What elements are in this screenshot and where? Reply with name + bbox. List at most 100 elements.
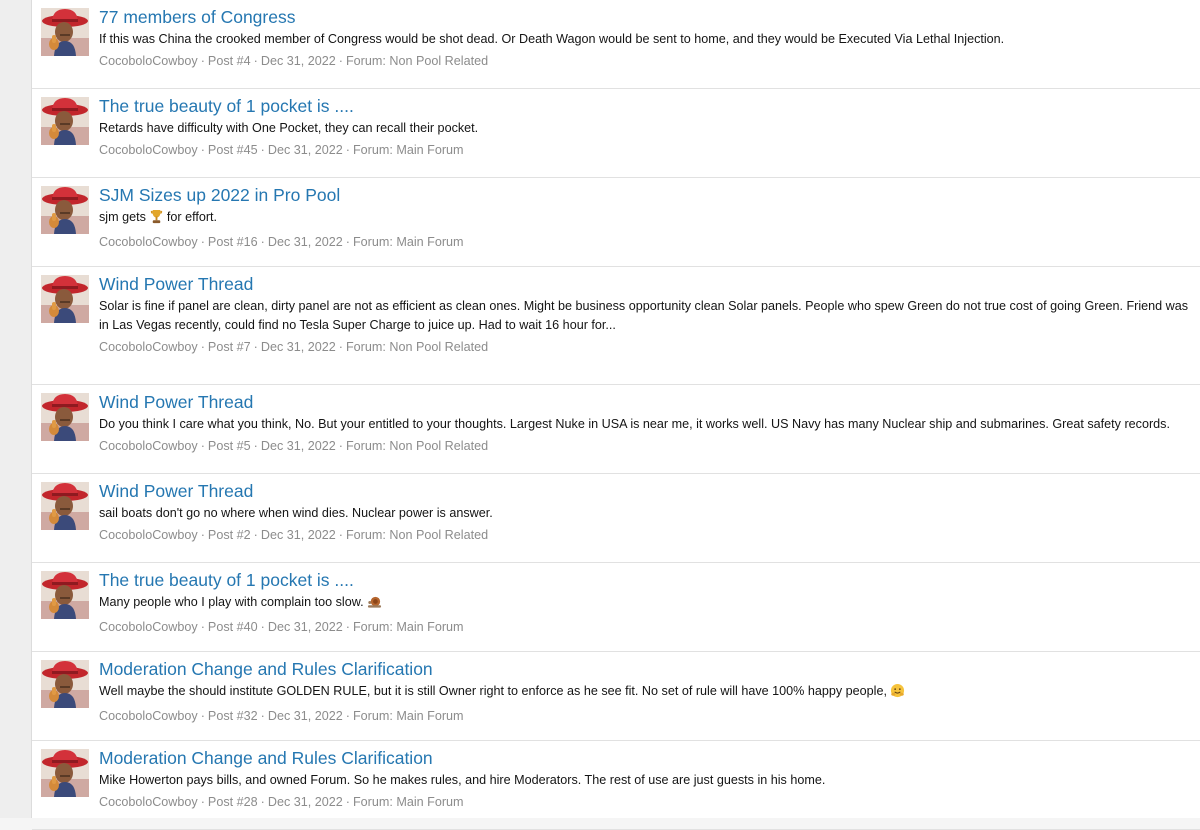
- result-title-link[interactable]: The true beauty of 1 pocket is ....: [99, 95, 354, 117]
- meta-separator: ·: [200, 54, 205, 68]
- author-link[interactable]: CocoboloCowboy: [99, 340, 198, 354]
- result-meta: CocoboloCowboy · Post #16 · Dec 31, 2022 · For…: [99, 233, 1192, 252]
- post-number-link[interactable]: Post #4: [208, 54, 251, 68]
- snippet-text: sjm gets: [99, 210, 146, 224]
- meta-separator: ·: [200, 795, 205, 809]
- forum-prefix: Forum:: [345, 439, 386, 453]
- meta-separator: ·: [338, 528, 343, 542]
- result-row: 77 members of Congress If this was China…: [32, 0, 1200, 89]
- result-snippet: Well maybe the should institute GOLDEN R…: [99, 682, 1192, 704]
- post-number-link[interactable]: Post #40: [208, 620, 258, 634]
- author-link[interactable]: CocoboloCowboy: [99, 709, 198, 723]
- result-title-link[interactable]: Moderation Change and Rules Clarificatio…: [99, 747, 433, 769]
- post-date[interactable]: Dec 31, 2022: [261, 54, 336, 68]
- avatar[interactable]: [41, 275, 89, 323]
- result-title-link[interactable]: Moderation Change and Rules Clarificatio…: [99, 658, 433, 680]
- post-date[interactable]: Dec 31, 2022: [261, 528, 336, 542]
- avatar[interactable]: [41, 393, 89, 441]
- meta-separator: ·: [345, 143, 350, 157]
- meta-separator: ·: [338, 340, 343, 354]
- result-snippet: Many people who I play with complain too…: [99, 593, 1192, 615]
- meta-separator: ·: [260, 620, 265, 634]
- post-date[interactable]: Dec 31, 2022: [268, 709, 343, 723]
- author-link[interactable]: CocoboloCowboy: [99, 143, 198, 157]
- author-link[interactable]: CocoboloCowboy: [99, 620, 198, 634]
- avatar[interactable]: [41, 749, 89, 797]
- snippet-text: Many people who I play with complain too…: [99, 595, 364, 609]
- author-link[interactable]: CocoboloCowboy: [99, 528, 198, 542]
- author-link[interactable]: CocoboloCowboy: [99, 795, 198, 809]
- meta-separator: ·: [253, 340, 258, 354]
- post-number-link[interactable]: Post #16: [208, 235, 258, 249]
- result-snippet: sjm gets for effort.: [99, 208, 1192, 230]
- post-date[interactable]: Dec 31, 2022: [268, 235, 343, 249]
- post-number-link[interactable]: Post #2: [208, 528, 251, 542]
- forum-link[interactable]: Main Forum: [396, 620, 463, 634]
- post-number-link[interactable]: Post #28: [208, 795, 258, 809]
- meta-separator: ·: [260, 709, 265, 723]
- snippet-text: Well maybe the should institute GOLDEN R…: [99, 684, 887, 698]
- result-row: Wind Power Thread Do you think I care wh…: [32, 385, 1200, 474]
- result-content: The true beauty of 1 pocket is .... Reta…: [99, 95, 1192, 160]
- forum-link[interactable]: Non Pool Related: [389, 340, 488, 354]
- result-row: Moderation Change and Rules Clarificatio…: [32, 741, 1200, 830]
- trophy-icon: [149, 209, 164, 230]
- result-meta: CocoboloCowboy · Post #40 · Dec 31, 2022 · For…: [99, 618, 1192, 637]
- meta-separator: ·: [345, 709, 350, 723]
- meta-separator: ·: [200, 528, 205, 542]
- result-title-link[interactable]: The true beauty of 1 pocket is ....: [99, 569, 354, 591]
- meta-separator: ·: [253, 439, 258, 453]
- author-link[interactable]: CocoboloCowboy: [99, 54, 198, 68]
- post-date[interactable]: Dec 31, 2022: [268, 620, 343, 634]
- meta-separator: ·: [200, 143, 205, 157]
- forum-prefix: Forum:: [352, 143, 393, 157]
- result-content: SJM Sizes up 2022 in Pro Pool sjm gets fo…: [99, 184, 1192, 252]
- forum-link[interactable]: Main Forum: [396, 709, 463, 723]
- meta-separator: ·: [253, 528, 258, 542]
- post-number-link[interactable]: Post #45: [208, 143, 258, 157]
- result-title-link[interactable]: 77 members of Congress: [99, 6, 295, 28]
- result-meta: CocoboloCowboy · Post #32 · Dec 31, 2022 · For…: [99, 707, 1192, 726]
- snippet-text: sail boats don't go no where when wind d…: [99, 506, 493, 520]
- result-snippet: sail boats don't go no where when wind d…: [99, 504, 1192, 523]
- result-title-link[interactable]: Wind Power Thread: [99, 391, 253, 413]
- meta-separator: ·: [200, 709, 205, 723]
- forum-link[interactable]: Non Pool Related: [389, 439, 488, 453]
- post-number-link[interactable]: Post #5: [208, 439, 251, 453]
- forum-prefix: Forum:: [345, 54, 386, 68]
- post-date[interactable]: Dec 31, 2022: [261, 439, 336, 453]
- avatar[interactable]: [41, 97, 89, 145]
- result-row: The true beauty of 1 pocket is .... Many…: [32, 563, 1200, 652]
- post-date[interactable]: Dec 31, 2022: [261, 340, 336, 354]
- snippet-text: Do you think I care what you think, No. …: [99, 417, 1170, 431]
- avatar[interactable]: [41, 186, 89, 234]
- result-title-link[interactable]: Wind Power Thread: [99, 480, 253, 502]
- post-date[interactable]: Dec 31, 2022: [268, 795, 343, 809]
- result-title-link[interactable]: SJM Sizes up 2022 in Pro Pool: [99, 184, 340, 206]
- meta-separator: ·: [253, 54, 258, 68]
- forum-link[interactable]: Main Forum: [396, 235, 463, 249]
- meta-separator: ·: [338, 54, 343, 68]
- author-link[interactable]: CocoboloCowboy: [99, 439, 198, 453]
- forum-link[interactable]: Non Pool Related: [389, 54, 488, 68]
- result-snippet: If this was China the crooked member of …: [99, 30, 1192, 49]
- result-row: The true beauty of 1 pocket is .... Reta…: [32, 89, 1200, 178]
- forum-link[interactable]: Main Forum: [396, 143, 463, 157]
- post-number-link[interactable]: Post #32: [208, 709, 258, 723]
- result-title-link[interactable]: Wind Power Thread: [99, 273, 253, 295]
- meta-separator: ·: [200, 439, 205, 453]
- avatar[interactable]: [41, 571, 89, 619]
- forum-link[interactable]: Non Pool Related: [389, 528, 488, 542]
- snippet-text: Retards have difficulty with One Pocket,…: [99, 121, 479, 135]
- avatar[interactable]: [41, 660, 89, 708]
- post-number-link[interactable]: Post #7: [208, 340, 251, 354]
- result-meta: CocoboloCowboy · Post #7 · Dec 31, 2022 · Foru…: [99, 338, 1192, 357]
- forum-prefix: Forum:: [352, 620, 393, 634]
- avatar[interactable]: [41, 482, 89, 530]
- avatar[interactable]: [41, 8, 89, 56]
- left-gutter: [0, 0, 31, 818]
- post-date[interactable]: Dec 31, 2022: [268, 143, 343, 157]
- snippet-text-after: for effort.: [166, 210, 218, 224]
- author-link[interactable]: CocoboloCowboy: [99, 235, 198, 249]
- forum-link[interactable]: Main Forum: [396, 795, 463, 809]
